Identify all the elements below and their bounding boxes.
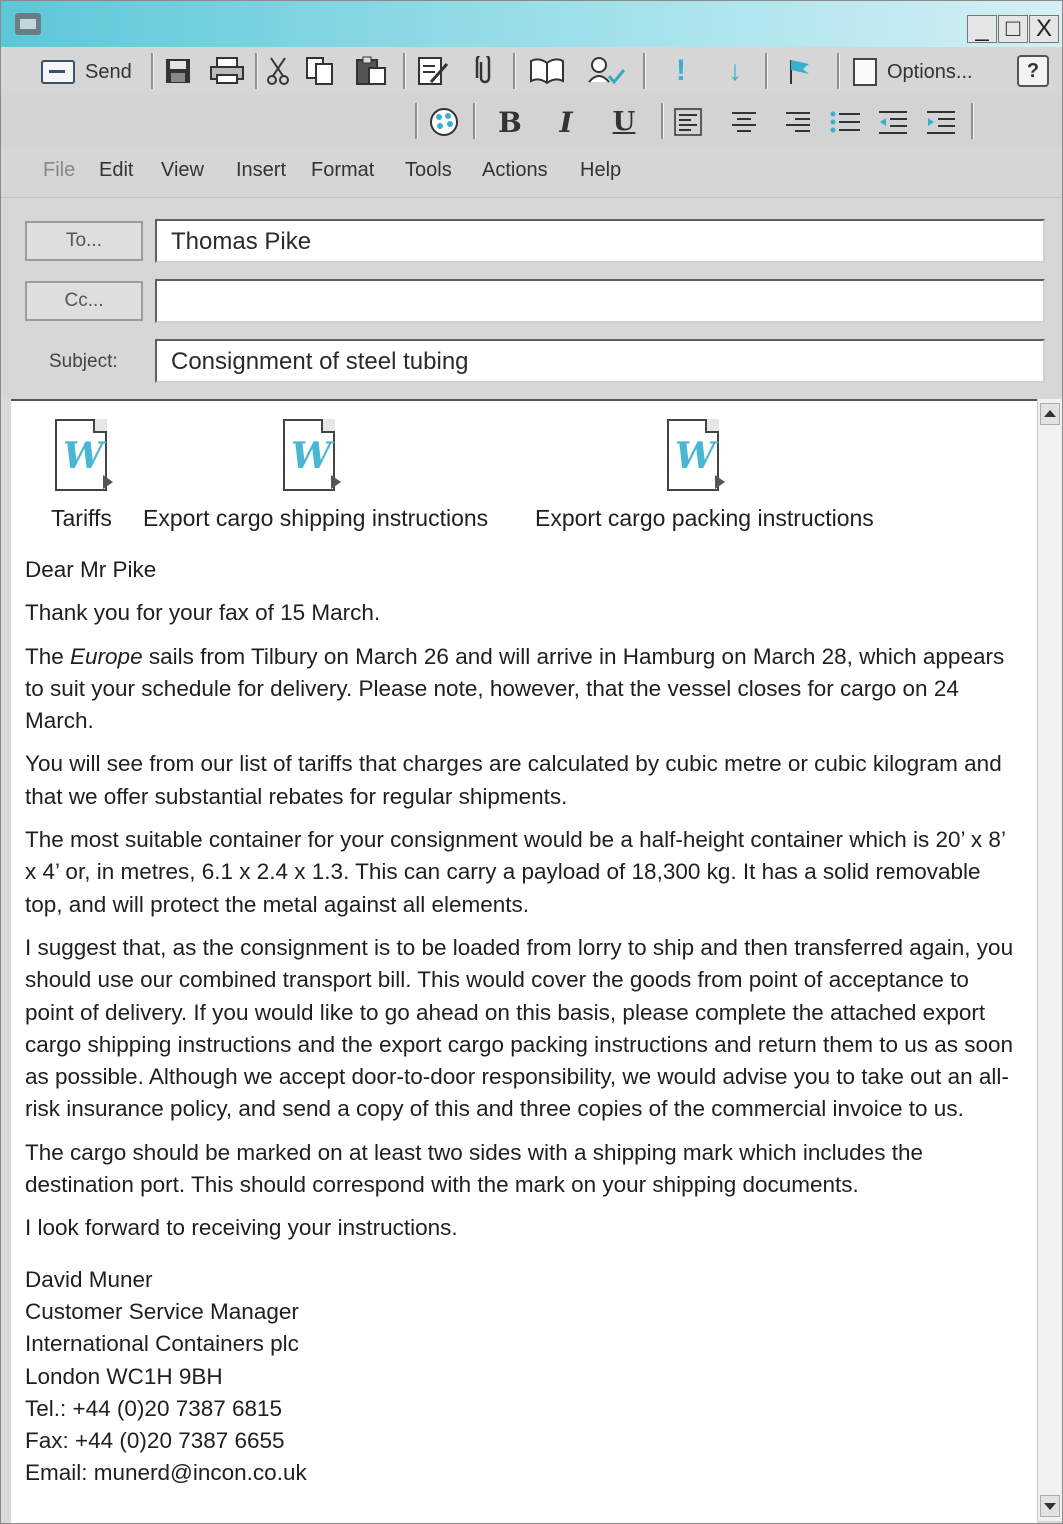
check-names-icon[interactable] (415, 55, 451, 87)
toolbar-separator (971, 103, 974, 139)
send-icon (41, 60, 75, 84)
ship-name: Europe (70, 643, 143, 669)
help-icon[interactable]: ? (1017, 55, 1049, 87)
align-right-icon[interactable] (781, 105, 815, 139)
toolbar-separator (513, 53, 516, 89)
importance-high-icon[interactable]: ! (667, 54, 695, 87)
signature-line: Customer Service Manager (25, 1298, 299, 1324)
flag-icon[interactable] (783, 55, 815, 87)
attachment-label[interactable]: Export cargo packing instructions (535, 505, 874, 532)
menu-view[interactable]: View (161, 159, 204, 182)
paragraph: The Europe sails from Tilbury on March 2… (25, 643, 1005, 734)
toolbar-separator (415, 103, 418, 139)
attachment-packing-instructions[interactable]: W (667, 419, 725, 491)
signature-line: Fax: +44 (0)20 7387 6655 (25, 1428, 285, 1454)
paragraph: The cargo should be marked on at least t… (25, 1139, 923, 1198)
minimize-button[interactable]: _ (967, 15, 997, 43)
cut-icon[interactable] (263, 55, 293, 87)
standard-toolbar: Send ! ↓ Options... ? (1, 47, 1062, 96)
toolbar-separator (473, 103, 476, 139)
align-center-icon[interactable] (727, 105, 761, 139)
font-color-icon[interactable] (427, 105, 461, 139)
paragraph: I look forward to receiving your instruc… (25, 1215, 458, 1241)
attachment-shipping-instructions[interactable]: W (283, 419, 341, 491)
print-icon[interactable] (207, 55, 247, 87)
toolbar-separator (643, 53, 646, 89)
save-icon[interactable] (163, 55, 193, 87)
menu-format[interactable]: Format (311, 159, 374, 182)
attachment-label[interactable]: Export cargo shipping instructions (143, 505, 488, 532)
signature-line: International Containers plc (25, 1331, 299, 1357)
subject-field[interactable]: Consignment of steel tubing (155, 339, 1045, 383)
paragraph: You will see from our list of tariffs th… (25, 751, 1002, 809)
attachment-tariffs[interactable]: W (55, 419, 113, 491)
subject-label: Subject: (49, 351, 118, 372)
menu-file[interactable]: File (43, 159, 75, 182)
to-button[interactable]: To... (25, 221, 143, 261)
options-label: Options... (887, 60, 973, 83)
email-compose-window: _ □ X Send ! ↓ Options... ? B I U File E… (0, 0, 1063, 1524)
scroll-down-icon[interactable] (1040, 1495, 1060, 1517)
signature-line: London WC1H 9BH (25, 1363, 223, 1389)
menu-tools[interactable]: Tools (405, 159, 452, 182)
attachment-label[interactable]: Tariffs (51, 505, 112, 532)
paragraph: I suggest that, as the consignment is to… (25, 934, 1014, 1122)
cc-button[interactable]: Cc... (25, 281, 143, 321)
options-button[interactable]: Options... (853, 55, 993, 89)
menu-insert[interactable]: Insert (236, 159, 286, 182)
signature: David Muner Customer Service Manager Int… (25, 1264, 1015, 1490)
title-bar: _ □ X (1, 1, 1062, 47)
underline-button[interactable]: U (609, 105, 639, 139)
cc-field[interactable] (155, 279, 1045, 323)
bold-button[interactable]: B (495, 105, 525, 139)
word-document-icon: W (283, 419, 341, 491)
paste-icon[interactable] (353, 55, 389, 87)
toolbar-separator (403, 53, 406, 89)
menu-edit[interactable]: Edit (99, 159, 133, 182)
send-button[interactable]: Send (41, 55, 141, 89)
check-names-person-icon[interactable] (585, 55, 629, 87)
paragraph: Thank you for your fax of 15 March. (25, 600, 381, 626)
toolbar-separator (151, 53, 154, 89)
vertical-scrollbar[interactable] (1037, 399, 1062, 1521)
toolbar-separator (765, 53, 768, 89)
signature-line: Email: munerd@incon.co.uk (25, 1460, 307, 1486)
menu-actions[interactable]: Actions (482, 159, 548, 182)
formatting-toolbar: Arial 10 B I U (1, 95, 1062, 233)
scroll-up-icon[interactable] (1040, 403, 1060, 425)
signature-line: Tel.: +44 (0)20 7387 6815 (25, 1395, 283, 1421)
toolbar-separator (661, 103, 664, 139)
increase-indent-icon[interactable] (923, 105, 959, 139)
italic-button[interactable]: I (551, 105, 581, 139)
options-icon (853, 58, 877, 86)
bullets-icon[interactable] (827, 105, 863, 139)
greeting: Dear Mr Pike (25, 557, 157, 582)
to-field[interactable]: Thomas Pike (155, 219, 1045, 263)
address-book-icon[interactable] (527, 55, 567, 87)
attach-file-icon[interactable] (471, 55, 499, 87)
word-document-icon: W (667, 419, 725, 491)
menu-help[interactable]: Help (580, 159, 621, 182)
decrease-indent-icon[interactable] (875, 105, 911, 139)
signature-line: David Muner (25, 1266, 153, 1292)
close-button[interactable]: X (1029, 15, 1059, 43)
word-document-icon: W (55, 419, 113, 491)
align-left-icon[interactable] (671, 105, 705, 139)
importance-low-icon[interactable]: ↓ (721, 55, 749, 87)
copy-icon[interactable] (303, 55, 337, 87)
mail-app-icon (15, 13, 41, 35)
toolbar-separator (255, 53, 258, 89)
send-label: Send (85, 60, 132, 83)
paragraph: The most suitable container for your con… (25, 827, 1006, 917)
maximize-button[interactable]: □ (998, 15, 1028, 43)
toolbar-separator (837, 53, 840, 89)
message-text: Dear Mr Pike Thank you for your fax of 1… (25, 554, 1015, 1490)
